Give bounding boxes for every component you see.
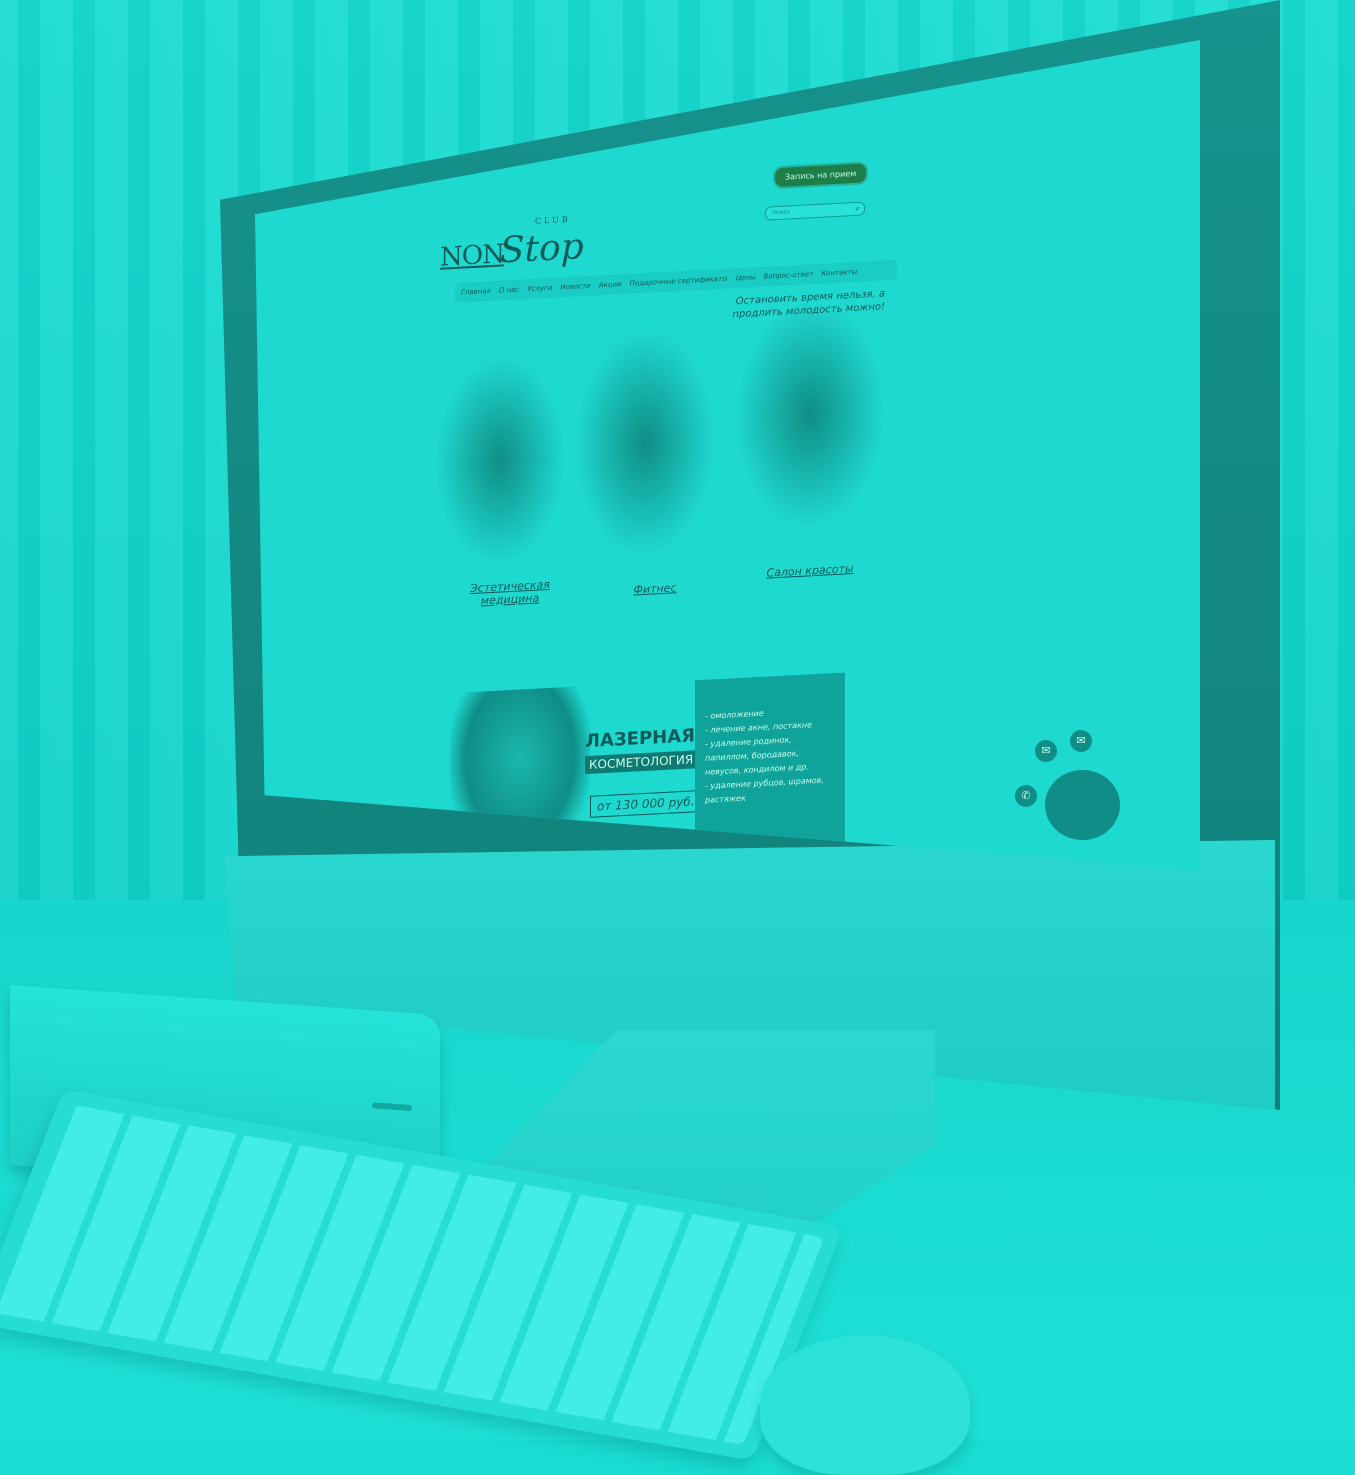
logo-non: NON [440,239,504,273]
nav-item-promo[interactable]: Акции [599,280,622,289]
search-placeholder: поиск [772,208,791,217]
appointment-button[interactable]: Запись на прием [773,161,869,190]
chat-widget-button[interactable] [1045,770,1120,840]
search-input[interactable]: поиск ⌕ [765,201,865,221]
nav-item-faq[interactable]: Вопрос-ответ [764,270,814,281]
aesthetic-medicine-image[interactable] [435,352,565,569]
fitness-image[interactable] [575,324,715,562]
banner-title: ЛАЗЕРНАЯ [585,725,696,753]
banner-price: от 130 000 руб. [590,789,702,818]
website: NONStop CLUB Запись на прием поиск ⌕ Гла… [415,103,935,864]
phone-icon[interactable]: ✆ [1015,785,1037,807]
beauty-salon-image[interactable] [735,295,885,534]
laptop-slot [372,1102,412,1112]
banner-list-item: - удаление родинок, папиллом, бородавок,… [705,735,809,777]
chat-icon[interactable]: ✉ [1035,740,1057,762]
section-title-aesthetic[interactable]: Эстетическая медицина [445,577,575,610]
nav-item-contacts[interactable]: Контакты [821,268,857,278]
banner-service-list: - омоложение - лечение акне, постакне - … [695,672,845,856]
nav-item-services[interactable]: Услуги [527,284,552,293]
nav-item-about[interactable]: О нас [499,286,519,295]
mail-icon[interactable]: ✉ [1070,730,1092,752]
mouse [760,1335,970,1475]
nav-item-prices[interactable]: Цены [736,273,756,282]
section-title-fitness[interactable]: Фитнес [590,579,720,599]
nav-item-news[interactable]: Новости [560,282,590,292]
logo-club: CLUB [535,214,571,226]
banner-list-item: - удаление рубцов, шрамов, растяжек [705,775,824,805]
site-logo[interactable]: NONStop CLUB [440,215,584,275]
nav-item-gift[interactable]: Подарочные сертификаты [630,275,728,288]
logo-stop: Stop [499,226,584,272]
nav-item-home[interactable]: Главная [461,287,491,297]
search-icon[interactable]: ⌕ [856,203,860,215]
section-title-beauty[interactable]: Салон красоты [745,561,875,581]
banner-subtitle: КОСМЕТОЛОГИЯ [585,750,698,775]
